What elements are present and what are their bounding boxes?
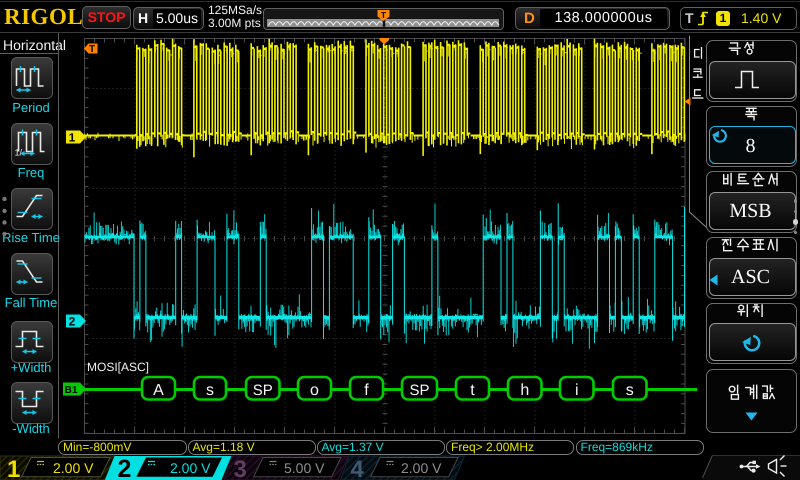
svg-text:A: A (153, 382, 164, 399)
svg-text:1: 1 (69, 131, 76, 145)
svg-text:4: 4 (351, 456, 365, 480)
svg-text:T: T (89, 44, 95, 55)
svg-text:2: 2 (69, 315, 76, 329)
svg-text:f: f (364, 382, 369, 399)
svg-text:2: 2 (118, 455, 132, 480)
svg-text:3: 3 (234, 456, 247, 480)
svg-text:2.00 V: 2.00 V (401, 460, 442, 476)
svg-text:h: h (520, 382, 529, 399)
svg-text:SP: SP (409, 382, 429, 399)
svg-text:MOSI[ASC]: MOSI[ASC] (87, 360, 149, 374)
svg-text:B1: B1 (65, 385, 78, 396)
svg-text:o: o (310, 382, 319, 399)
svg-text:2.00 V: 2.00 V (170, 460, 211, 476)
svg-text:s: s (626, 382, 634, 399)
svg-text:SP: SP (253, 382, 273, 399)
svg-text:5.00 V: 5.00 V (284, 460, 325, 476)
svg-text:1: 1 (7, 456, 20, 480)
svg-text:s: s (206, 382, 214, 399)
svg-text:t: t (470, 382, 475, 399)
svg-text:i: i (575, 382, 579, 399)
svg-text:2.00 V: 2.00 V (53, 460, 94, 476)
